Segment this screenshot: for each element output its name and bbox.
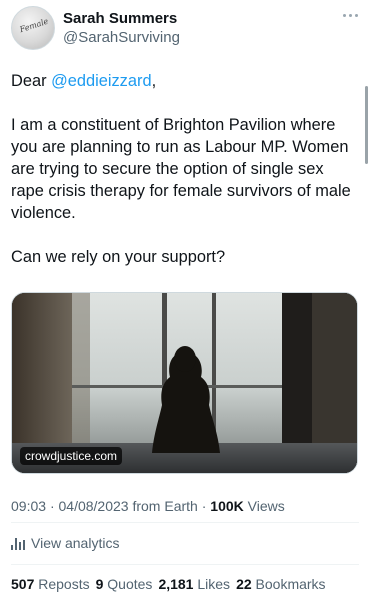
quotes-label: Quotes	[107, 576, 153, 592]
meta-separator: ·	[201, 498, 211, 514]
avatar-logo-text: Female	[18, 16, 50, 35]
tweet-meta: 09:03 · 04/08/2023 from Earth · 100K Vie…	[11, 498, 285, 514]
views-count: 100K	[210, 498, 244, 514]
author-handle[interactable]: @SarahSurviving	[63, 29, 180, 46]
engagement-stats: 507 Reposts 9 Quotes 2,181 Likes 22 Book…	[11, 576, 326, 592]
greeting-suffix: ,	[151, 72, 157, 90]
mention-link[interactable]: @eddieizzard	[51, 72, 151, 90]
likes-stat[interactable]: 2,181 Likes	[158, 576, 230, 592]
scrollbar[interactable]	[365, 86, 368, 164]
avatar[interactable]: Female	[11, 6, 55, 50]
quotes-count: 9	[95, 576, 104, 592]
author-name[interactable]: Sarah Summers	[63, 10, 177, 27]
tweet-media-image[interactable]: crowdjustice.com	[11, 292, 358, 474]
reposts-stat[interactable]: 507 Reposts	[11, 576, 90, 592]
quotes-stat[interactable]: 9 Quotes	[96, 576, 153, 592]
more-dots-icon[interactable]	[339, 8, 361, 22]
tweet-paragraph-2: Can we rely on your support?	[11, 248, 226, 266]
bookmarks-count: 22	[236, 576, 252, 592]
tweet-header: Female Sarah Summers @SarahSurviving	[11, 6, 361, 50]
divider	[11, 564, 359, 565]
tweet-date[interactable]: 04/08/2023	[59, 498, 129, 514]
view-analytics-label: View analytics	[31, 535, 120, 551]
tweet-time[interactable]: 09:03	[11, 498, 46, 514]
bookmarks-stat[interactable]: 22 Bookmarks	[236, 576, 326, 592]
views-label: Views	[247, 498, 285, 514]
tweet-greeting: Dear @eddieizzard,	[11, 70, 357, 92]
bar-chart-icon	[11, 536, 25, 550]
tweet-source: from Earth	[132, 498, 198, 514]
meta-separator: ·	[49, 498, 59, 514]
greeting-prefix: Dear	[11, 72, 52, 90]
reposts-count: 507	[11, 576, 35, 592]
media-source-badge: crowdjustice.com	[20, 447, 123, 465]
divider	[11, 522, 359, 523]
view-analytics-link[interactable]: View analytics	[11, 535, 119, 551]
likes-label: Likes	[197, 576, 231, 592]
reposts-label: Reposts	[38, 576, 90, 592]
tweet-body: Dear @eddieizzard, I am a constituent of…	[11, 70, 357, 268]
likes-count: 2,181	[158, 576, 194, 592]
tweet-paragraph-1: I am a constituent of Brighton Pavilion …	[11, 116, 351, 222]
bookmarks-label: Bookmarks	[255, 576, 326, 592]
